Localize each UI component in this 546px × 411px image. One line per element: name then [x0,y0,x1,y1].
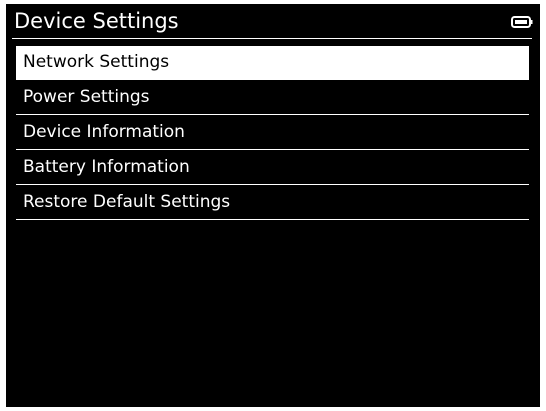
menu-item-restore-default-settings[interactable]: Restore Default Settings [16,186,529,220]
battery-icon [511,16,533,28]
menu-item-label: Device Information [23,122,185,142]
page-title: Device Settings [14,9,179,33]
menu-item-label: Battery Information [23,157,190,177]
title-divider [12,38,532,39]
menu-item-label: Power Settings [23,87,150,107]
title-bar: Device Settings [6,4,540,38]
menu-item-power-settings[interactable]: Power Settings [16,81,529,115]
settings-menu: Network Settings Power Settings Device I… [16,46,529,221]
menu-item-network-settings[interactable]: Network Settings [16,46,529,80]
device-screen: Device Settings Network Settings Power S… [6,4,540,407]
menu-item-battery-information[interactable]: Battery Information [16,151,529,185]
menu-item-label: Network Settings [23,52,170,72]
menu-item-label: Restore Default Settings [23,192,231,212]
menu-item-device-information[interactable]: Device Information [16,116,529,150]
